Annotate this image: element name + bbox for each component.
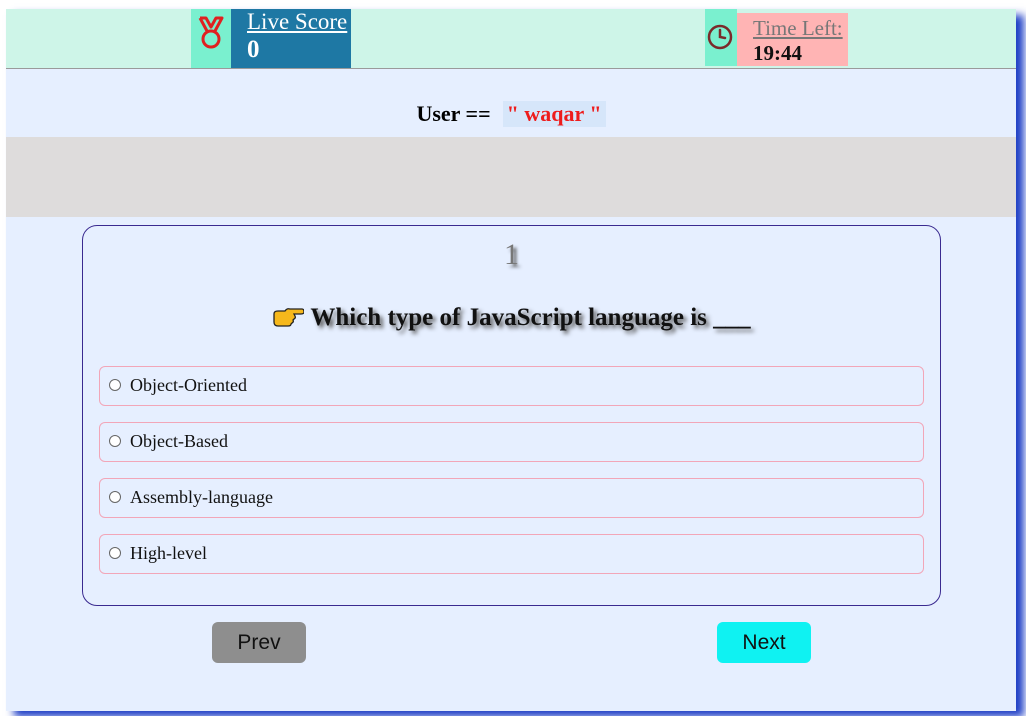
medal-icon	[191, 9, 231, 68]
live-score-box: Live Score 0	[231, 9, 351, 68]
user-prefix: User ==	[416, 101, 491, 126]
question-number: 1	[504, 238, 519, 271]
banner-area	[6, 137, 1016, 217]
question-text: Which type of JavaScript language is ___	[310, 304, 751, 331]
live-score-value: 0	[247, 36, 260, 63]
answer-option[interactable]: Object-Based	[99, 422, 924, 462]
user-line: User == " waqar "	[6, 101, 1016, 127]
answer-option-label[interactable]: Object-Oriented	[130, 375, 247, 396]
answer-option-label[interactable]: Assembly-language	[130, 487, 273, 508]
live-score-label[interactable]: Live Score	[247, 9, 347, 35]
next-button[interactable]: Next	[717, 622, 811, 663]
answer-option-label[interactable]: High-level	[130, 543, 207, 564]
answer-option[interactable]: Object-Oriented	[99, 366, 924, 406]
pointing-hand-icon	[272, 304, 305, 332]
quiz-page: Live Score 0 Time Left: 19:44 User == " w…	[6, 9, 1016, 711]
clock-icon	[705, 9, 737, 66]
time-left-value: 19:44	[753, 41, 802, 65]
answer-option[interactable]: High-level	[99, 534, 924, 574]
user-name: " waqar "	[502, 101, 606, 127]
radio-button[interactable]	[109, 379, 121, 391]
answer-option-label[interactable]: Object-Based	[130, 431, 228, 452]
prev-button[interactable]: Prev	[212, 622, 306, 663]
time-left-box: Time Left: 19:44	[737, 13, 848, 66]
answer-option[interactable]: Assembly-language	[99, 478, 924, 518]
question-card: 1 Which type of JavaScript language is _…	[82, 225, 941, 606]
radio-button[interactable]	[109, 435, 121, 447]
radio-button[interactable]	[109, 491, 121, 503]
header-bar: Live Score 0 Time Left: 19:44	[6, 9, 1016, 69]
time-left-label[interactable]: Time Left:	[753, 16, 843, 41]
radio-button[interactable]	[109, 547, 121, 559]
question-title: Which type of JavaScript language is ___	[83, 304, 940, 332]
